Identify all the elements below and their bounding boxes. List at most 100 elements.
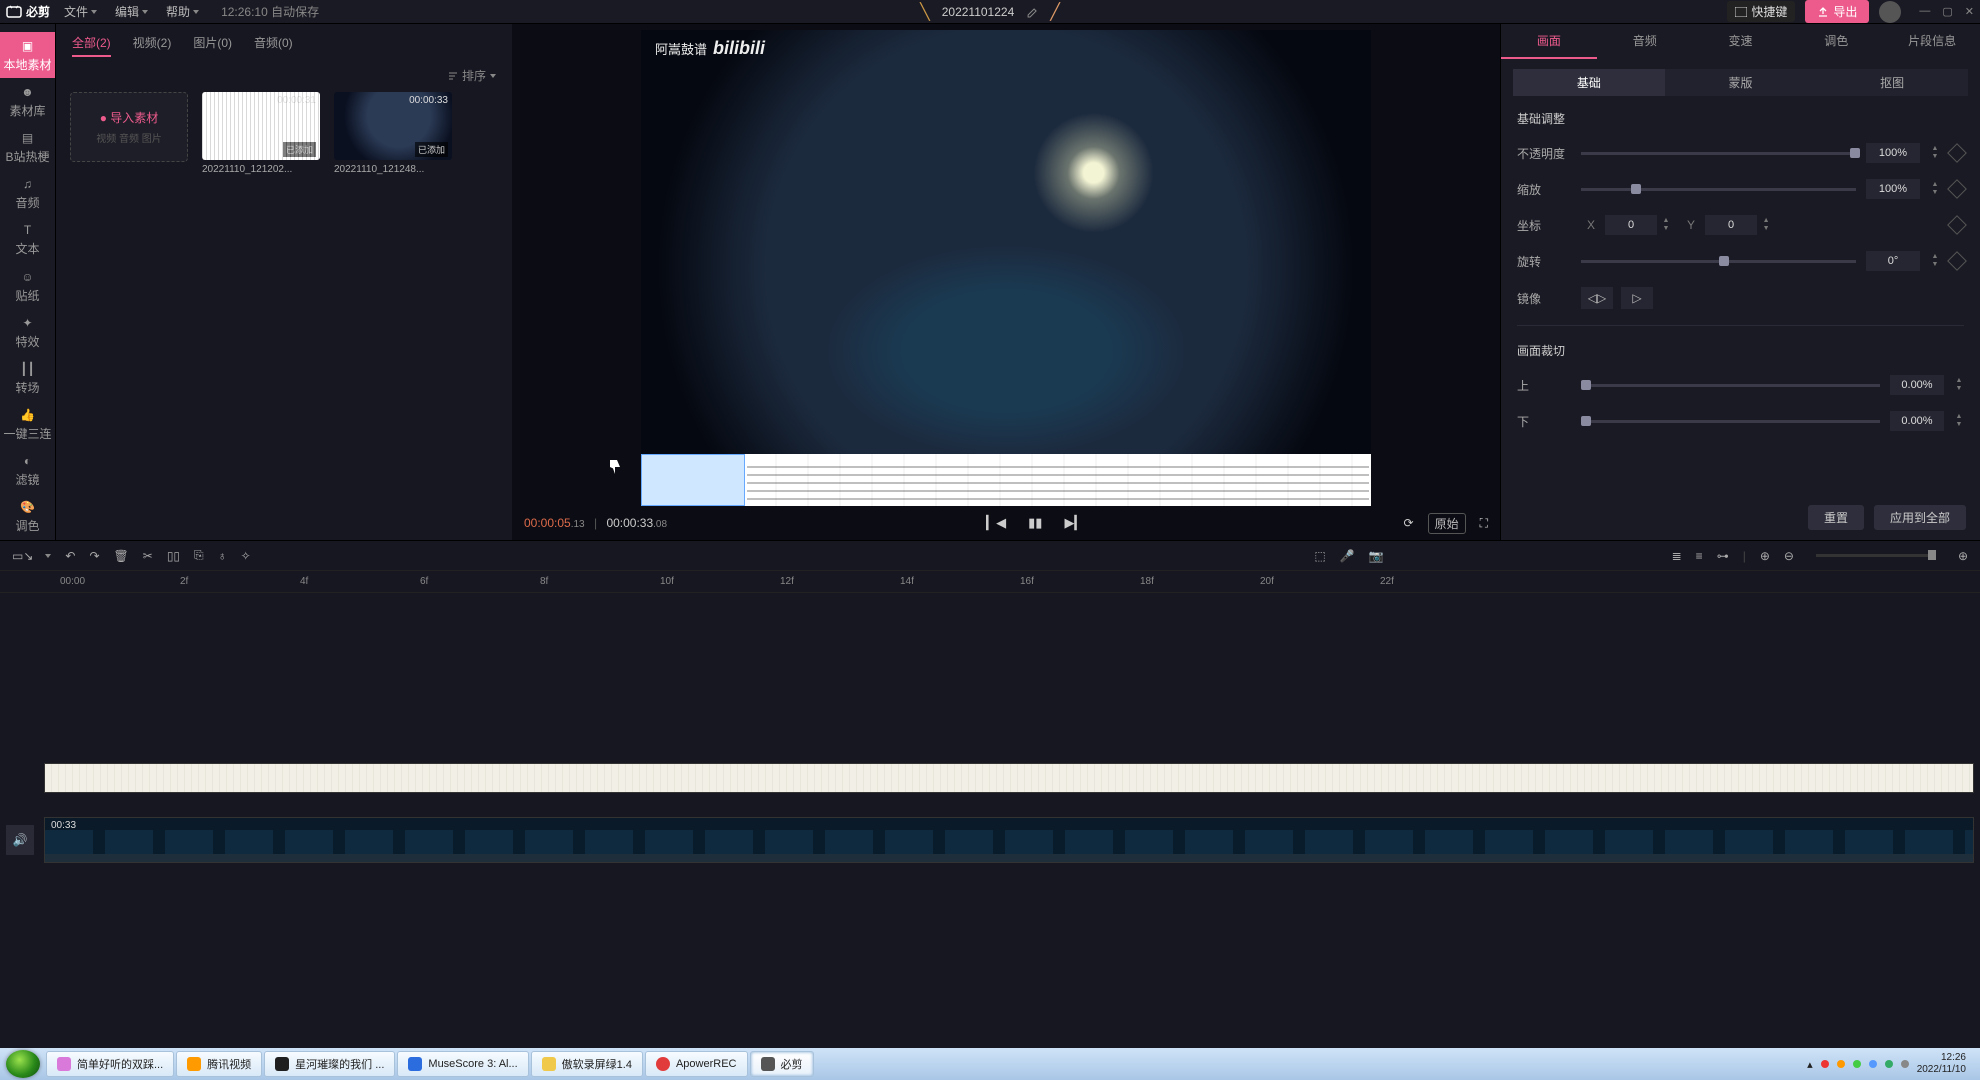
coord-x-input[interactable]	[1605, 215, 1657, 235]
tab-color[interactable]: 调色	[1788, 24, 1884, 59]
tab-speed[interactable]: 变速	[1693, 24, 1789, 59]
opacity-value[interactable]: 100%	[1866, 143, 1920, 163]
shortcut-button[interactable]: 快捷键	[1727, 1, 1795, 22]
tray-icon[interactable]	[1853, 1060, 1861, 1068]
keyframe-button[interactable]	[1947, 179, 1967, 199]
tray-up-icon[interactable]: ▴	[1807, 1058, 1813, 1071]
nav-audio[interactable]: ♫音频	[0, 171, 55, 217]
keyframe-button[interactable]	[1947, 143, 1967, 163]
delete-button[interactable]: 🗑	[114, 549, 129, 563]
scale-slider[interactable]	[1581, 188, 1856, 191]
taskbar-item[interactable]: MuseScore 3: Al...	[397, 1051, 528, 1077]
magic-icon[interactable]: ✧	[241, 549, 251, 563]
spin-up[interactable]: ▲	[1930, 145, 1940, 153]
mirror-tool-icon[interactable]: ♁	[218, 549, 227, 563]
sort-button[interactable]: 排序	[448, 67, 496, 84]
redo-button[interactable]: ↷	[89, 549, 99, 563]
media-clip[interactable]: 00:00:31 已添加 20221110_121202...	[202, 92, 320, 175]
menu-file[interactable]: 文件	[64, 3, 97, 20]
tab-video[interactable]: 视频(2)	[133, 34, 172, 57]
timeline-tracks[interactable]: ◂ 🔊 00:33	[0, 593, 1980, 1064]
nav-effects[interactable]: ✦特效	[0, 309, 55, 355]
user-avatar[interactable]	[1879, 1, 1901, 23]
record-icon[interactable]: ⬚	[1314, 549, 1325, 563]
taskbar-item[interactable]: ApowerREC	[645, 1051, 748, 1077]
media-clip[interactable]: 00:00:33 已添加 20221110_121248...	[334, 92, 452, 175]
next-frame-button[interactable]: ▶▎	[1064, 515, 1084, 531]
rotate-slider[interactable]	[1581, 260, 1856, 263]
crop-tool-icon[interactable]: ▯▯	[167, 549, 180, 563]
minimize-button[interactable]: —	[1919, 5, 1930, 18]
prev-frame-button[interactable]: ▎◀	[986, 515, 1006, 531]
undo-button[interactable]: ↶	[65, 549, 75, 563]
marker-icon[interactable]: ⊕	[1760, 549, 1770, 563]
tab-image[interactable]: 图片(0)	[193, 34, 232, 57]
nav-text[interactable]: T文本	[0, 217, 55, 263]
tab-audio[interactable]: 音频(0)	[254, 34, 293, 57]
original-ratio-button[interactable]: 原始	[1428, 513, 1466, 534]
mic-icon[interactable]: 🎤	[1340, 549, 1355, 563]
coord-y-input[interactable]	[1705, 215, 1757, 235]
video-preview[interactable]: 阿嵩鼓谱bilibili	[641, 30, 1371, 506]
maximize-button[interactable]: ▢	[1942, 5, 1952, 18]
nav-library[interactable]: ☻素材库	[0, 78, 55, 124]
crop-top-slider[interactable]	[1581, 384, 1880, 387]
reset-button[interactable]: 重置	[1808, 505, 1864, 530]
timeline-ruler[interactable]: 00:002f4f6f8f10f12f14f16f18f20f22f	[0, 571, 1980, 593]
zoom-out-icon[interactable]: ⊖	[1784, 549, 1794, 563]
nav-bili-trends[interactable]: ▤B站热梗	[0, 124, 55, 170]
close-button[interactable]: ✕	[1965, 5, 1974, 18]
menu-help[interactable]: 帮助	[166, 3, 199, 20]
zoom-in-icon[interactable]: ⊕	[1958, 549, 1968, 563]
system-tray[interactable]: ▴ 12:262022/11/10	[1807, 1052, 1974, 1076]
freeze-icon[interactable]: ⎘	[194, 548, 204, 563]
rotate-value[interactable]: 0°	[1866, 251, 1920, 271]
taskbar-item[interactable]: 腾讯视频	[176, 1051, 262, 1077]
export-button[interactable]: 导出	[1805, 0, 1869, 23]
subtab-mask[interactable]: 蒙版	[1665, 69, 1817, 96]
start-button[interactable]	[6, 1050, 40, 1078]
nav-filter[interactable]: ◐滤镜	[0, 448, 55, 494]
subtab-cutout[interactable]: 抠图	[1816, 69, 1968, 96]
taskbar-item[interactable]: 星河璀璨的我们 ...	[264, 1051, 395, 1077]
align-icon[interactable]: ≡	[1696, 549, 1703, 563]
nav-triple[interactable]: 👍一键三连	[0, 402, 55, 448]
tray-icon[interactable]	[1901, 1060, 1909, 1068]
project-name[interactable]: 20221101224	[942, 5, 1015, 19]
taskbar-item[interactable]: 傲软录屏绿1.4	[531, 1051, 643, 1077]
taskbar-clock[interactable]: 12:262022/11/10	[1917, 1052, 1966, 1076]
nav-local-media[interactable]: ▣本地素材	[0, 32, 55, 78]
crop-top-value[interactable]: 0.00%	[1890, 375, 1944, 395]
tray-icon[interactable]	[1885, 1060, 1893, 1068]
opacity-slider[interactable]	[1581, 152, 1856, 155]
tab-picture[interactable]: 画面	[1501, 24, 1597, 59]
taskbar-item[interactable]: 简单好听的双踩...	[46, 1051, 174, 1077]
zoom-slider[interactable]	[1816, 554, 1936, 557]
menu-edit[interactable]: 编辑	[115, 3, 148, 20]
apply-all-button[interactable]: 应用到全部	[1874, 505, 1966, 530]
import-media-button[interactable]: ● 导入素材 视频 音频 图片	[70, 92, 188, 162]
video-track-clip[interactable]: 00:33	[44, 817, 1974, 863]
nav-transitions[interactable]: ┃┃转场	[0, 355, 55, 401]
fullscreen-icon[interactable]: ⛶	[1480, 516, 1488, 531]
crop-bottom-slider[interactable]	[1581, 420, 1880, 423]
camera-icon[interactable]: 📷	[1369, 549, 1384, 563]
keyframe-button[interactable]	[1947, 215, 1967, 235]
select-tool[interactable]: ▭↘	[12, 549, 33, 563]
loop-icon[interactable]: ⟳	[1404, 516, 1414, 530]
nav-stickers[interactable]: ☺贴纸	[0, 263, 55, 309]
track-mute-button[interactable]: 🔊	[6, 825, 34, 855]
play-pause-button[interactable]: ▮▮	[1028, 515, 1042, 531]
tab-clipinfo[interactable]: 片段信息	[1884, 24, 1980, 59]
link-icon[interactable]: ⊶	[1717, 549, 1729, 563]
split-button[interactable]: ✂	[143, 549, 153, 563]
tray-icon[interactable]	[1837, 1060, 1845, 1068]
mirror-h-button[interactable]: ◁▷	[1581, 287, 1613, 309]
tray-icon[interactable]	[1821, 1060, 1829, 1068]
tab-audio-insp[interactable]: 音频	[1597, 24, 1693, 59]
keyframe-button[interactable]	[1947, 251, 1967, 271]
subtab-basic[interactable]: 基础	[1513, 69, 1665, 96]
snap-icon[interactable]: ≣	[1672, 549, 1682, 563]
score-overlay-track[interactable]	[44, 763, 1974, 793]
mirror-v-button[interactable]: ▷	[1621, 287, 1653, 309]
